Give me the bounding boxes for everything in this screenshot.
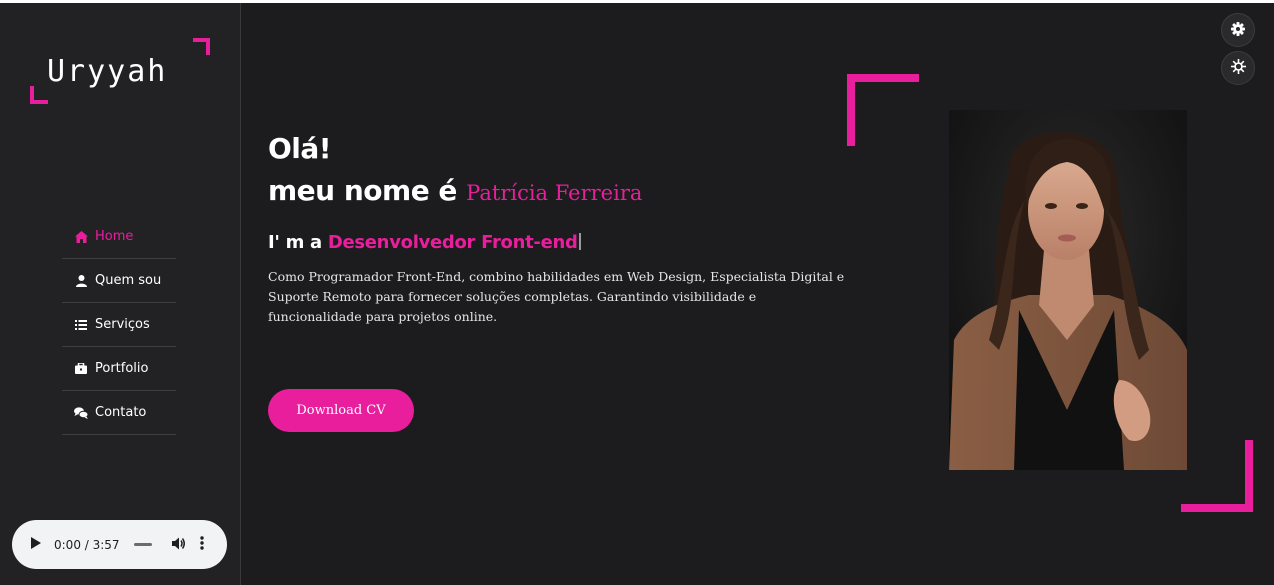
briefcase-icon (74, 363, 88, 374)
name-line: meu nome é Patrícia Ferreira (268, 170, 868, 214)
person-name: Patrícia Ferreira (466, 181, 643, 205)
audio-time: 0:00 / 3:57 (54, 537, 120, 552)
chat-icon (74, 406, 88, 419)
page: Uryyah Home Quem sou Serviços Portfolio … (0, 3, 1274, 585)
role-line: I' m a Desenvolvedor Front-end (268, 232, 868, 253)
frame-corner-top-left (847, 74, 919, 146)
settings-button[interactable] (1221, 13, 1255, 47)
frame-corner-bottom-right (1181, 440, 1253, 512)
user-icon (74, 274, 88, 287)
list-icon (74, 319, 88, 330)
audio-progress-slider[interactable] (133, 543, 152, 546)
bio-text: Como Programador Front-End, combino habi… (268, 269, 845, 324)
home-icon (74, 230, 88, 243)
hero-section: Olá! meu nome é Patrícia Ferreira I' m a… (268, 128, 868, 327)
play-icon[interactable] (30, 536, 54, 553)
nav-label: Serviços (95, 317, 150, 332)
volume-icon[interactable] (171, 537, 186, 553)
sun-icon (1230, 58, 1246, 78)
logo-text: Uryyah (47, 54, 168, 89)
nav-item-quem-sou[interactable]: Quem sou (62, 259, 176, 303)
typing-cursor (578, 233, 581, 250)
sidebar: Uryyah Home Quem sou Serviços Portfolio … (0, 3, 241, 585)
nav-item-home[interactable]: Home (62, 215, 176, 259)
role-title: Desenvolvedor Front-end (327, 232, 578, 253)
nav-label: Contato (95, 405, 147, 420)
audio-player[interactable]: 0:00 / 3:57 (12, 520, 227, 569)
logo[interactable]: Uryyah (30, 38, 210, 104)
profile-photo (949, 110, 1187, 470)
logo-corner-top-right (193, 38, 210, 55)
greeting: Olá! (268, 132, 332, 165)
main-nav: Home Quem sou Serviços Portfolio Contato (62, 215, 176, 435)
role-prefix: I' m a (268, 232, 322, 253)
download-cv-button[interactable]: Download CV (268, 389, 414, 432)
nav-item-portfolio[interactable]: Portfolio (62, 347, 176, 391)
more-vert-icon[interactable] (199, 536, 204, 553)
name-prefix: meu nome é (268, 174, 457, 207)
nav-label: Portfolio (95, 361, 149, 376)
gear-icon (1231, 21, 1245, 40)
logo-corner-bottom-left (30, 86, 48, 104)
nav-label: Quem sou (95, 273, 162, 288)
theme-toggle-button[interactable] (1221, 51, 1255, 85)
nav-item-contato[interactable]: Contato (62, 391, 176, 435)
nav-label: Home (95, 229, 134, 244)
nav-item-servicos[interactable]: Serviços (62, 303, 176, 347)
